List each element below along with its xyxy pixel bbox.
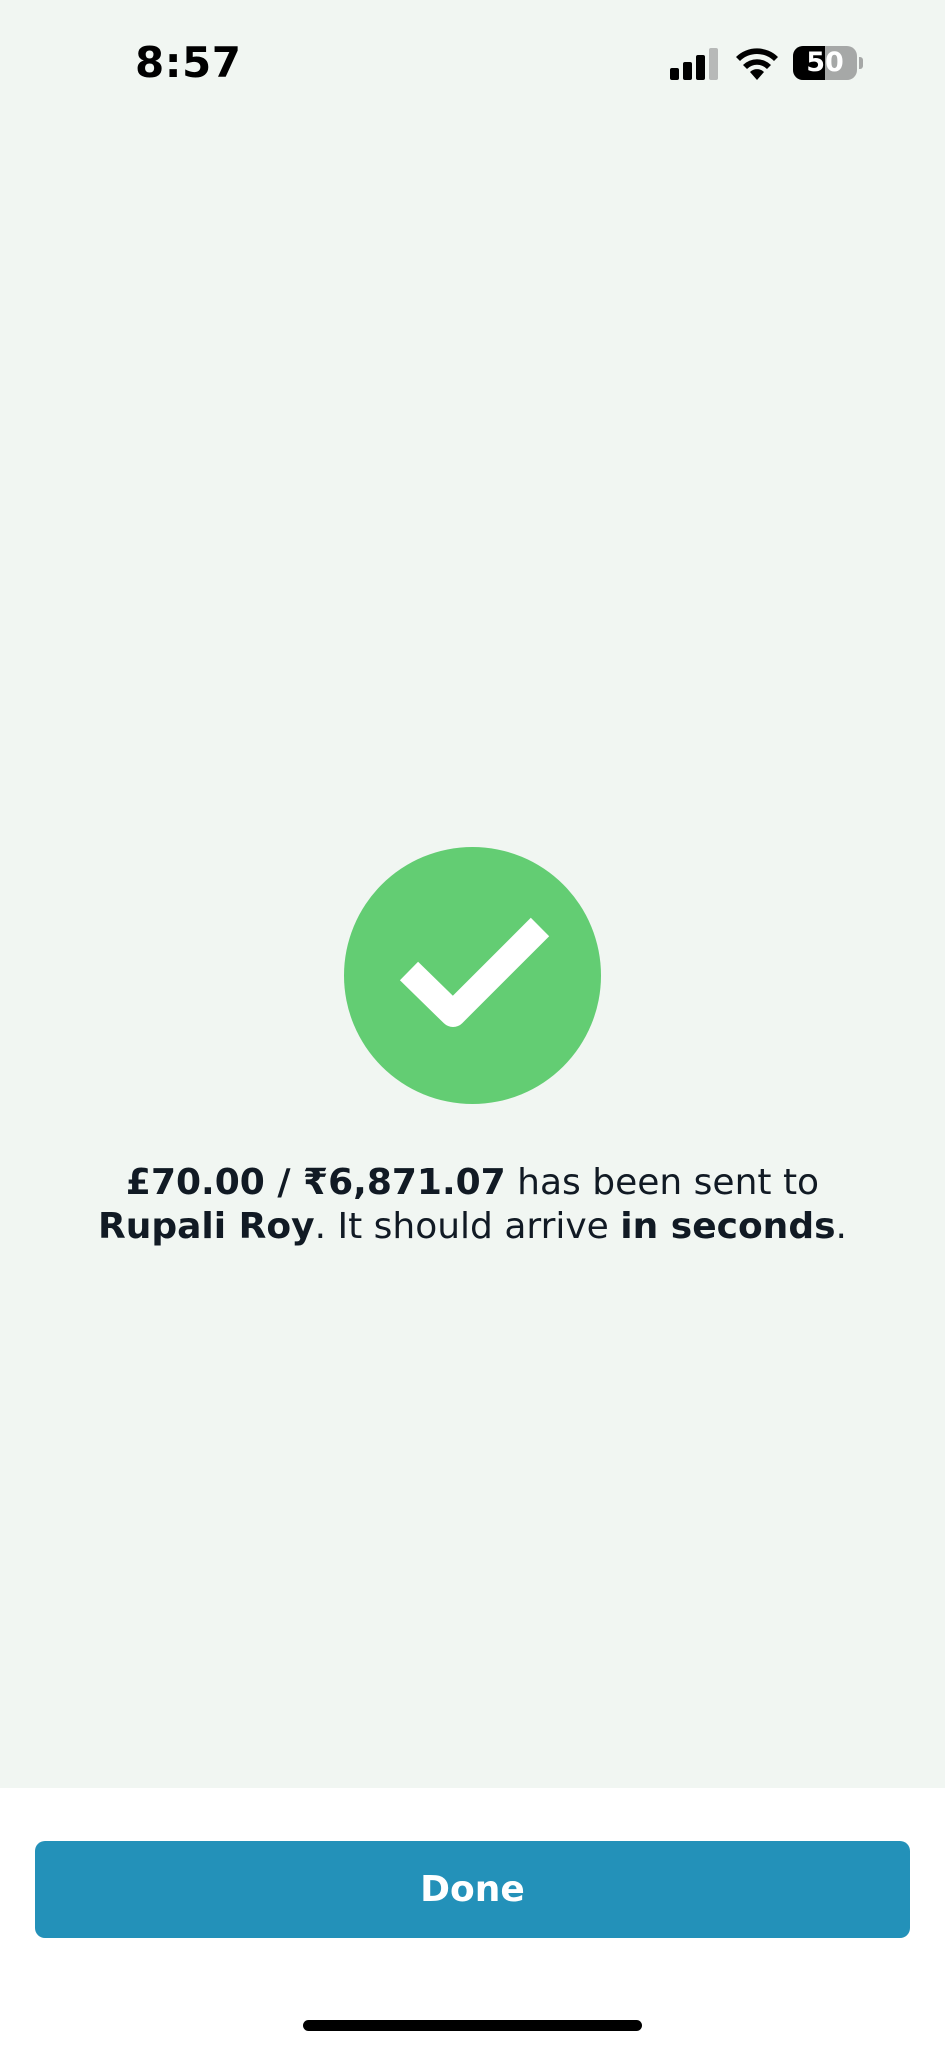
status-time: 8:57 xyxy=(135,38,242,87)
cellular-signal-icon xyxy=(670,48,718,80)
transfer-confirmation-message: £70.00 / ₹6,871.07 has been sent to Rupa… xyxy=(60,1161,885,1249)
arrive-text: . It should arrive xyxy=(314,1206,621,1247)
end-punctuation: . xyxy=(835,1206,847,1247)
checkmark-success-icon xyxy=(344,847,601,1104)
transfer-amount: £70.00 / ₹6,871.07 xyxy=(125,1162,506,1203)
home-indicator xyxy=(303,2020,642,2031)
battery-icon: 50 xyxy=(793,46,863,80)
battery-level: 50 xyxy=(806,47,844,78)
status-bar: 8:57 50 xyxy=(0,0,945,130)
wifi-icon xyxy=(736,48,778,80)
done-button[interactable]: Done xyxy=(35,1841,910,1938)
recipient-name: Rupali Roy xyxy=(98,1206,315,1247)
sent-text: has been sent to xyxy=(505,1162,820,1203)
arrival-time: in seconds xyxy=(620,1206,836,1247)
